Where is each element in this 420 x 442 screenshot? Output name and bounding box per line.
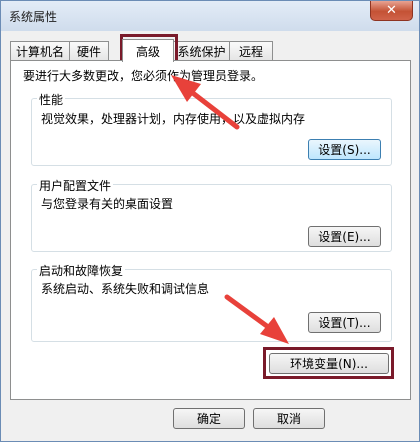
user-profiles-description: 与您登录有关的桌面设置 <box>41 197 174 211</box>
title-bar[interactable]: 系统属性 ✕ <box>1 1 419 31</box>
window-title: 系统属性 <box>9 10 58 24</box>
startup-recovery-label: 启动和故障恢复 <box>37 262 126 279</box>
tab-strip: 计算机名 硬件 高级 系统保护 远程 <box>10 39 410 62</box>
environment-variables-highlight <box>263 347 394 379</box>
close-icon: ✕ <box>386 3 397 18</box>
system-properties-window: 系统属性 ✕ 计算机名 硬件 高级 系统保护 远程 要进行大多数更改，您必须作为… <box>0 0 420 442</box>
close-button[interactable]: ✕ <box>370 1 413 21</box>
performance-description: 视觉效果，处理器计划，内存使用，以及虚拟内存 <box>41 112 306 126</box>
tab-system-protection[interactable]: 系统保护 <box>173 41 230 61</box>
performance-label: 性能 <box>37 91 66 108</box>
cancel-button[interactable]: 取消 <box>253 408 325 429</box>
ok-button[interactable]: 确定 <box>173 408 245 429</box>
tab-advanced[interactable]: 高级 <box>122 39 174 62</box>
admin-notice: 要进行大多数更改，您必须作为管理员登录。 <box>23 69 264 83</box>
tab-hardware[interactable]: 硬件 <box>69 41 109 61</box>
startup-recovery-settings-button[interactable]: 设置(T)... <box>308 312 381 333</box>
user-profiles-settings-button[interactable]: 设置(E)... <box>308 226 381 247</box>
startup-recovery-description: 系统启动、系统失败和调试信息 <box>41 282 210 296</box>
tab-remote[interactable]: 远程 <box>229 41 273 61</box>
user-profiles-label: 用户配置文件 <box>37 177 114 194</box>
tab-computer-name[interactable]: 计算机名 <box>10 41 70 61</box>
performance-settings-button[interactable]: 设置(S)... <box>308 139 381 160</box>
